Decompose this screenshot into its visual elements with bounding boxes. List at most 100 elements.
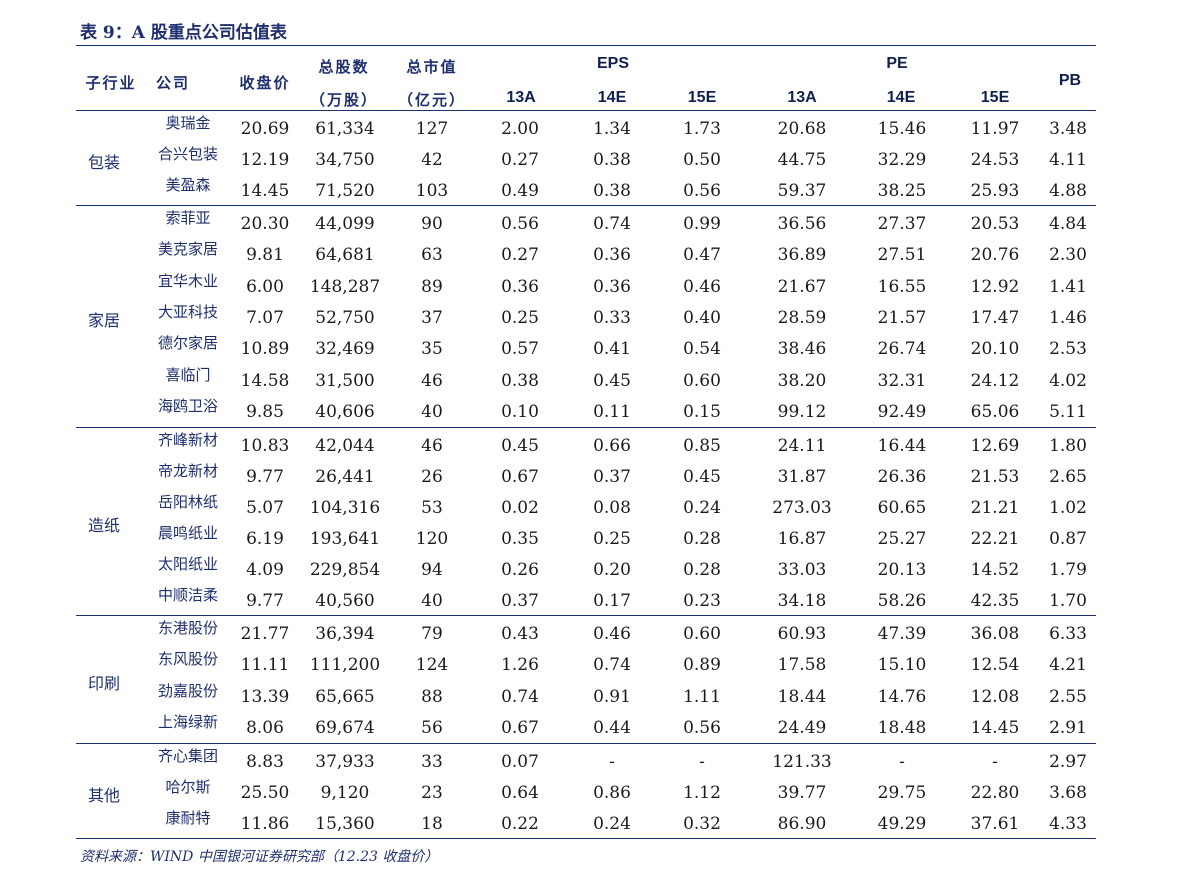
cell-pe15: 12.08 [970,686,1020,707]
cell-eps14: 0.74 [593,655,631,676]
company-name: 中顺洁柔 [157,585,218,604]
cell-shares: 148,287 [309,276,381,297]
cell-eps14: 0.38 [593,180,631,201]
cell-eps15: 0.46 [683,276,721,297]
cell-eps14: 1.34 [593,118,631,139]
cell-shares: 32,469 [315,339,375,360]
cell-eps13: 0.64 [501,782,539,803]
cell-pe14: 16.44 [877,435,927,456]
header-rule [76,110,1096,111]
cell-pe15: 24.53 [970,149,1020,170]
cell-pe14: 49.29 [877,813,927,834]
cell-shares: 15,360 [315,813,375,834]
cell-mktcap: 37 [421,308,443,328]
top-rule [76,45,1096,46]
cell-pe15: 14.45 [970,718,1020,739]
company-name: 索菲亚 [165,208,211,227]
cell-pb: 4.33 [1049,813,1087,834]
cell-mktcap: 53 [421,497,443,518]
cell-pe13: 33.03 [777,559,827,580]
cell-mktcap: 46 [421,370,443,391]
cell-shares: 37,933 [315,751,375,772]
group-rule [76,205,1096,206]
cell-pe13: 38.46 [777,339,827,360]
cell-price: 9.77 [246,590,284,611]
cell-mktcap: 90 [421,213,443,234]
cell-shares: 52,750 [315,308,375,328]
cell-pb: 3.68 [1049,782,1087,803]
company-name: 岳阳林纸 [157,492,218,511]
cell-eps14: 0.08 [593,497,631,518]
cell-price: 20.69 [240,118,290,139]
cell-mktcap: 63 [421,245,443,266]
cell-eps15: 0.15 [683,402,721,423]
cell-pe15: 14.52 [970,559,1020,580]
cell-shares: 40,560 [315,590,375,611]
cell-pb: 6.33 [1049,623,1087,644]
cell-eps13: 0.74 [501,686,539,707]
cell-mktcap: 26 [421,466,443,487]
cell-pe14: 16.55 [877,276,927,297]
cell-eps14: 0.36 [593,276,631,297]
cell-eps15: 0.60 [683,623,721,644]
industry-label: 印刷 [87,674,120,693]
cell-eps13: 0.35 [501,528,539,549]
cell-eps14: - [609,751,615,772]
company-name: 美克家居 [157,240,218,259]
cell-pe15: 21.21 [970,497,1020,518]
cell-pe13: 36.56 [777,213,827,234]
cell-eps14: 0.36 [593,245,631,266]
cell-mktcap: 46 [421,435,443,456]
cell-pe14: 15.10 [877,655,927,676]
cell-pe13: 17.58 [777,655,827,676]
cell-pe14: 26.36 [877,466,927,487]
cell-pe14: 15.46 [877,118,927,139]
cell-pe14: 58.26 [877,590,927,611]
company-name: 康耐特 [165,808,211,827]
cell-pe13: 24.49 [777,718,827,739]
cell-pb: 1.46 [1049,308,1087,328]
cell-pe13: 28.59 [777,308,827,328]
cell-pe13: 121.33 [772,751,832,772]
cell-price: 14.58 [240,370,290,391]
company-name: 宜华木业 [157,271,218,290]
cell-pb: 1.02 [1049,497,1087,518]
company-name: 美盈森 [165,175,211,194]
cell-eps14: 0.20 [593,559,631,580]
cell-pb: 1.70 [1049,590,1087,611]
cell-mktcap: 33 [421,751,443,772]
cell-price: 4.09 [246,559,284,580]
header-price: 收盘价 [239,74,291,92]
cell-pb: 2.53 [1049,339,1087,360]
cell-eps13: 0.27 [501,245,539,266]
cell-pe13: 59.37 [777,180,827,201]
cell-pe15: 25.93 [970,180,1020,201]
cell-pe15: 42.35 [970,590,1020,611]
cell-mktcap: 127 [415,118,449,139]
cell-eps15: 0.40 [683,308,721,328]
cell-pe13: 21.67 [777,276,827,297]
cell-mktcap: 40 [421,590,443,611]
cell-price: 10.83 [240,435,290,456]
cell-eps14: 0.66 [593,435,631,456]
industry-label: 其他 [87,785,120,805]
header-shares: 总股数 [318,58,370,76]
cell-pe15: 22.21 [970,528,1020,549]
cell-price: 6.19 [246,528,284,549]
cell-shares: 42,044 [315,435,375,456]
industry-label: 家居 [87,311,120,330]
cell-pb: 1.79 [1049,559,1087,580]
cell-price: 9.81 [246,245,284,266]
cell-pb: 4.88 [1049,180,1087,201]
cell-pb: 1.41 [1049,276,1087,297]
cell-price: 11.86 [240,813,290,834]
cell-shares: 64,681 [315,245,375,266]
cell-pe14: 21.57 [877,308,927,328]
header-pe-14e: 14E [886,89,916,106]
cell-eps15: 0.32 [683,813,721,834]
cell-eps15: 0.24 [683,497,721,518]
cell-eps13: 0.67 [501,466,539,487]
cell-price: 14.45 [240,180,290,201]
cell-pe14: 26.74 [877,339,927,360]
header-pb: PB [1058,72,1082,89]
